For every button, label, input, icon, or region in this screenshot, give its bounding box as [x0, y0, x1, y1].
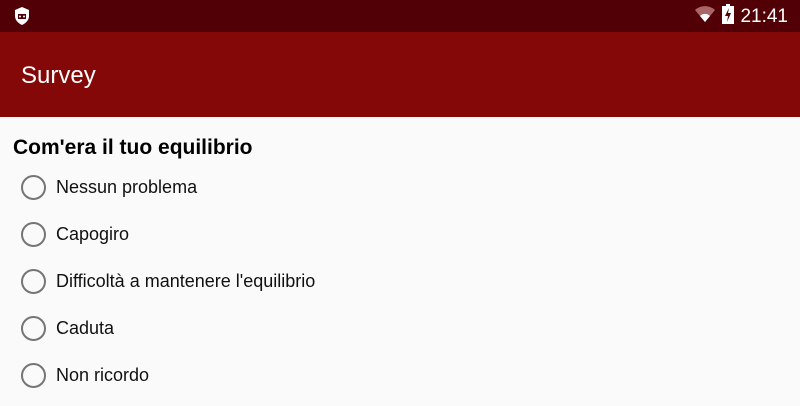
question-title: Com'era il tuo equilibrio: [13, 136, 253, 159]
shield-app-icon: [14, 7, 30, 30]
option-nessun-problema[interactable]: Nessun problema: [21, 173, 197, 201]
app-bar: Survey: [0, 32, 800, 117]
app-title: Survey: [21, 62, 96, 89]
battery-charging-icon: [722, 4, 735, 30]
option-difficolta[interactable]: Difficoltà a mantenere l'equilibrio: [21, 267, 315, 295]
radio-button[interactable]: [21, 221, 46, 247]
option-caduta[interactable]: Caduta: [21, 314, 114, 342]
option-label: Caduta: [56, 317, 115, 338]
option-non-ricordo[interactable]: Non ricordo: [21, 361, 149, 389]
option-capogiro[interactable]: Capogiro: [21, 220, 129, 248]
option-label: Non ricordo: [56, 364, 150, 385]
radio-button[interactable]: [21, 362, 46, 388]
clock: 21:41: [740, 6, 788, 27]
option-label: Capogiro: [56, 223, 130, 244]
option-label: Difficoltà a mantenere l'equilibrio: [56, 270, 316, 291]
wifi-icon: [694, 5, 716, 29]
radio-button[interactable]: [21, 174, 46, 200]
radio-button[interactable]: [21, 268, 46, 294]
status-bar: 21:41: [0, 0, 800, 32]
radio-button[interactable]: [21, 315, 46, 341]
option-label: Nessun problema: [56, 176, 198, 197]
